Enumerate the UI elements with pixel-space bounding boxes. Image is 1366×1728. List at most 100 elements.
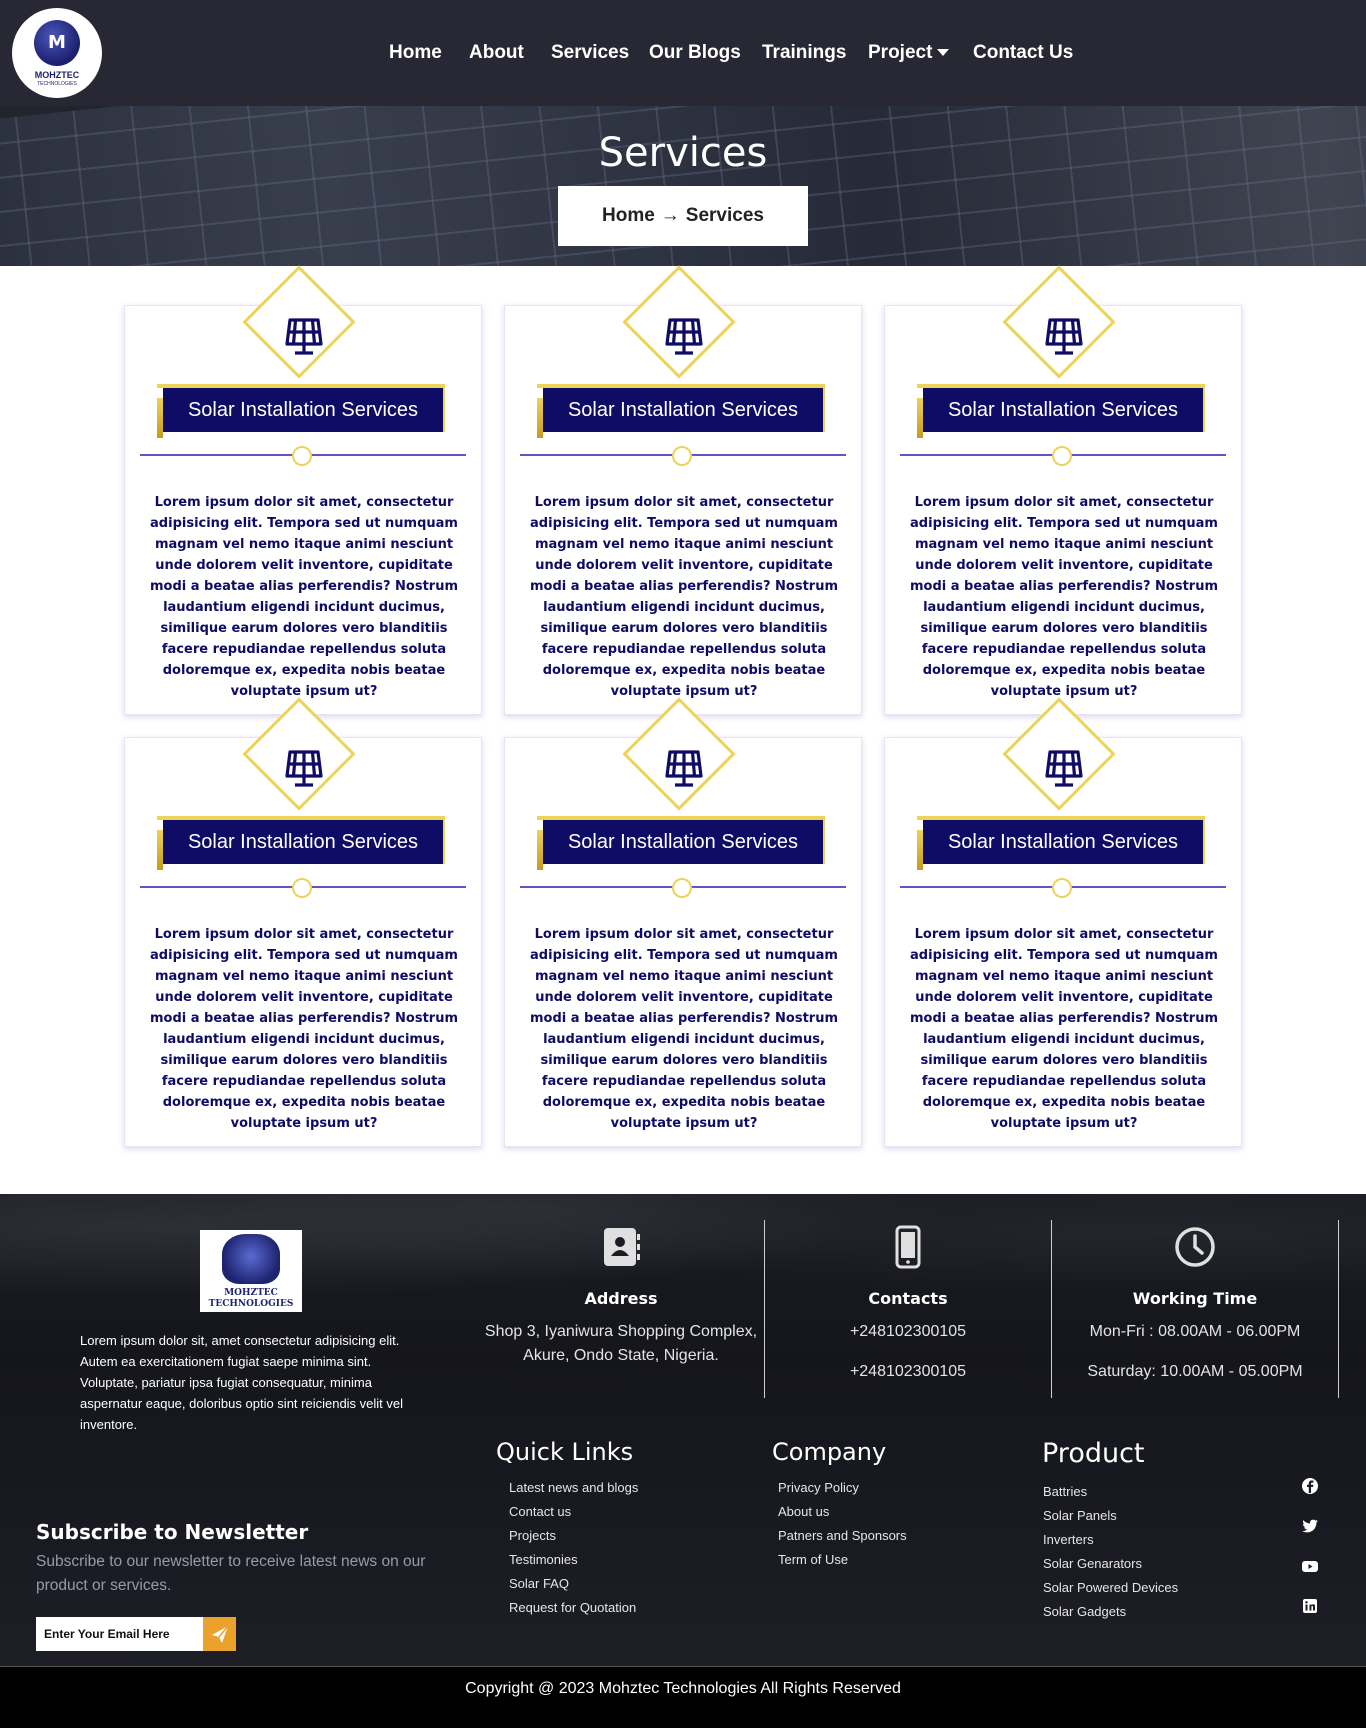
main-menu: Home About Services Our Blogs Trainings … (0, 42, 1366, 68)
address-title: Address (584, 1289, 658, 1308)
company-link-privacy[interactable]: Privacy Policy (778, 1476, 907, 1500)
quick-link-projects[interactable]: Projects (509, 1524, 638, 1548)
solar-panel-icon (665, 750, 703, 787)
quick-links-list: Latest news and blogs Contact us Project… (509, 1476, 638, 1620)
service-card[interactable]: Solar Installation Services Lorem ipsum … (504, 697, 862, 1147)
quick-link-latest-news[interactable]: Latest news and blogs (509, 1476, 638, 1500)
logo-subtitle: TECHNOLOGIES (37, 81, 77, 87)
nav-about[interactable]: About (469, 42, 524, 64)
quick-links-title: Quick Links (496, 1438, 634, 1466)
footer-about-text: Lorem ipsum dolor sit, amet consectetur … (80, 1333, 404, 1432)
card-title-wrap: Solar Installation Services (157, 384, 445, 438)
divider-circle (672, 878, 692, 898)
solar-panel-icon (1045, 750, 1083, 787)
product-link-solar-panels[interactable]: Solar Panels (1043, 1504, 1178, 1528)
card-title-wrap: Solar Installation Services (917, 816, 1205, 870)
top-navbar: M MOHZTEC TECHNOLOGIES Home About Servic… (0, 0, 1366, 106)
product-link-inverters[interactable]: Inverters (1043, 1528, 1178, 1552)
newsletter-description: Subscribe to our newsletter to receive l… (36, 1553, 426, 1594)
phone-number-1[interactable]: +248102300105 (765, 1320, 1051, 1344)
saturday-hours: Saturday: 10.00AM - 05.00PM (1087, 1363, 1303, 1380)
copyright-bar: Copyright @ 2023 Mohztec Technologies Al… (0, 1666, 1366, 1728)
twitter-icon[interactable] (1300, 1516, 1320, 1536)
divider-circle (672, 446, 692, 466)
copyright-text: Copyright @ 2023 Mohztec Technologies Al… (465, 1680, 901, 1697)
card-title: Solar Installation Services (923, 388, 1203, 432)
working-time-title: Working Time (1132, 1289, 1258, 1308)
quick-link-contact[interactable]: Contact us (509, 1500, 638, 1524)
product-link-powered-devices[interactable]: Solar Powered Devices (1043, 1576, 1178, 1600)
facebook-icon[interactable] (1300, 1476, 1320, 1496)
linkedin-icon[interactable] (1300, 1596, 1320, 1616)
footer-logo-name: MOHZTEC (224, 1288, 278, 1298)
card-description: Lorem ipsum dolor sit amet, consectetur … (909, 495, 1219, 699)
nav-home[interactable]: Home (389, 42, 442, 64)
solar-panel-icon (1045, 318, 1083, 355)
nav-services[interactable]: Services (551, 42, 629, 64)
arrow-right-icon: → (660, 205, 680, 226)
card-description: Lorem ipsum dolor sit amet, consectetur … (149, 927, 459, 1131)
divider-circle (292, 446, 312, 466)
quick-link-quotation[interactable]: Request for Quotation (509, 1596, 638, 1620)
page-hero-banner: Services Home → Services (0, 106, 1366, 266)
logo-name: MOHZTEC (34, 70, 80, 80)
youtube-icon[interactable] (1300, 1556, 1320, 1576)
product-link-generators[interactable]: Solar Genarators (1043, 1552, 1178, 1576)
solar-panel-icon (285, 750, 323, 787)
footer-working-time: Working Time Mon-Fri : 08.00AM - 06.00PM… (1052, 1224, 1338, 1384)
nav-contact-us[interactable]: Contact Us (973, 42, 1073, 64)
card-description: Lorem ipsum dolor sit amet, consectetur … (149, 495, 459, 699)
card-description: Lorem ipsum dolor sit amet, consectetur … (529, 927, 839, 1131)
nav-project-dropdown[interactable]: Project (868, 42, 950, 64)
phone-number-2[interactable]: +248102300105 (765, 1360, 1051, 1384)
card-title-wrap: Solar Installation Services (537, 384, 825, 438)
company-link-sponsors[interactable]: Patners and Sponsors (778, 1524, 907, 1548)
service-card[interactable]: Solar Installation Services Lorem ipsum … (884, 265, 1242, 715)
site-footer: MOHZTEC TECHNOLOGIES Lorem ipsum dolor s… (0, 1194, 1366, 1666)
newsletter-submit-button[interactable] (203, 1617, 236, 1651)
card-title: Solar Installation Services (543, 820, 823, 864)
nav-trainings[interactable]: Trainings (762, 42, 846, 64)
service-card[interactable]: Solar Installation Services Lorem ipsum … (124, 697, 482, 1147)
caret-down-icon (937, 49, 950, 57)
quick-link-solar-faq[interactable]: Solar FAQ (509, 1572, 638, 1596)
newsletter-email-input[interactable] (36, 1617, 203, 1651)
card-title-wrap: Solar Installation Services (917, 384, 1205, 438)
service-card[interactable]: Solar Installation Services Lorem ipsum … (884, 697, 1242, 1147)
nav-our-blogs[interactable]: Our Blogs (649, 42, 741, 64)
footer-address: Address Shop 3, Iyaniwura Shopping Compl… (478, 1224, 764, 1368)
footer-separator (1338, 1220, 1339, 1398)
card-title: Solar Installation Services (163, 820, 443, 864)
company-links-list: Privacy Policy About us Patners and Spon… (778, 1476, 907, 1572)
company-link-terms[interactable]: Term of Use (778, 1548, 907, 1572)
company-title: Company (772, 1438, 887, 1466)
weekday-hours: Mon-Fri : 08.00AM - 06.00PM (1089, 1323, 1301, 1340)
card-title: Solar Installation Services (163, 388, 443, 432)
product-title: Product (1042, 1438, 1145, 1469)
breadcrumb-home[interactable]: Home (602, 205, 655, 226)
mobile-phone-icon (895, 1225, 921, 1269)
company-link-about[interactable]: About us (778, 1500, 907, 1524)
card-description: Lorem ipsum dolor sit amet, consectetur … (529, 495, 839, 699)
breadcrumb-current: Services (685, 205, 764, 226)
contacts-title: Contacts (868, 1289, 948, 1308)
quick-link-testimonies[interactable]: Testimonies (509, 1548, 638, 1572)
clock-icon (1175, 1227, 1215, 1267)
product-link-gadgets[interactable]: Solar Gadgets (1043, 1600, 1178, 1624)
service-card[interactable]: Solar Installation Services Lorem ipsum … (124, 265, 482, 715)
page-title: Services (598, 130, 768, 176)
card-title: Solar Installation Services (543, 388, 823, 432)
footer-logo-emblem (222, 1234, 280, 1284)
product-links-list: Battries Solar Panels Inverters Solar Ge… (1043, 1480, 1178, 1624)
breadcrumb: Home → Services (558, 186, 808, 246)
solar-panel-icon (285, 318, 323, 355)
product-link-batteries[interactable]: Battries (1043, 1480, 1178, 1504)
footer-logo[interactable]: MOHZTEC TECHNOLOGIES (200, 1230, 302, 1312)
card-title-wrap: Solar Installation Services (157, 816, 445, 870)
footer-contacts: Contacts +248102300105 +248102300105 (765, 1224, 1051, 1384)
send-icon (212, 1625, 229, 1643)
address-text: Shop 3, Iyaniwura Shopping Complex, Akur… (484, 1323, 758, 1364)
card-title-wrap: Solar Installation Services (537, 816, 825, 870)
service-card[interactable]: Solar Installation Services Lorem ipsum … (504, 265, 862, 715)
divider-circle (1052, 446, 1072, 466)
